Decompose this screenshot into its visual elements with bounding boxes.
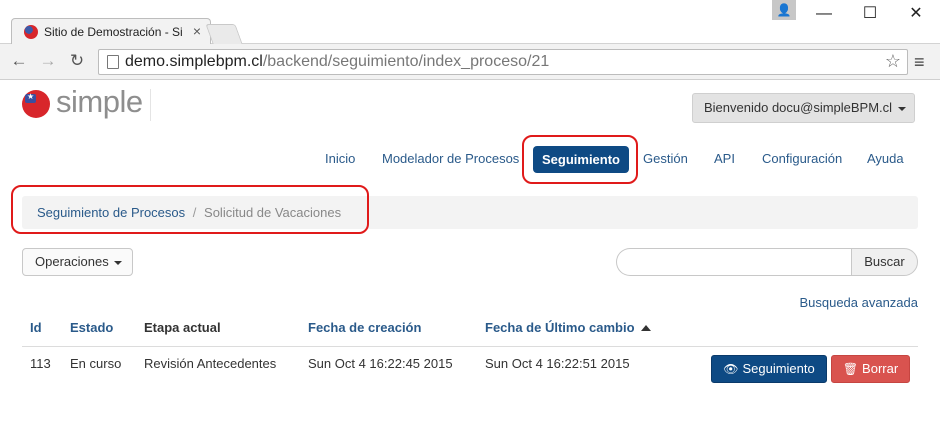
search-input[interactable] xyxy=(616,248,852,276)
nav-item-modelador[interactable]: Modelador de Procesos xyxy=(382,151,519,166)
sort-ascending-icon xyxy=(640,325,651,331)
delete-button-label: Borrar xyxy=(862,361,899,376)
table-header-divider xyxy=(22,346,918,347)
browser-titlebar: Sitio de Demostración - Si × 👤 — ☐ ✕ xyxy=(0,0,940,44)
nav-item-api[interactable]: API xyxy=(714,151,735,166)
back-arrow-icon[interactable]: ← xyxy=(8,50,30,72)
profile-icon[interactable]: 👤 xyxy=(772,0,796,20)
column-header-cambio[interactable]: Fecha de Último cambio xyxy=(485,320,651,335)
tab-title: Sitio de Demostración - Si xyxy=(44,25,183,39)
nav-item-configuracion[interactable]: Configuración xyxy=(762,151,842,166)
close-window-icon[interactable]: ✕ xyxy=(896,2,936,26)
address-bar[interactable]: demo.simplebpm.cl/backend/seguimiento/in… xyxy=(98,49,908,75)
minimize-icon[interactable]: — xyxy=(804,2,844,26)
nav-item-inicio[interactable]: Inicio xyxy=(325,151,355,166)
browser-toolbar: ← → ↻ demo.simplebpm.cl/backend/seguimie… xyxy=(0,44,940,80)
cell-cambio: Sun Oct 4 16:22:51 2015 xyxy=(485,356,630,371)
header-divider xyxy=(150,89,151,121)
reload-icon[interactable]: ↻ xyxy=(66,50,88,72)
maximize-icon[interactable]: ☐ xyxy=(850,2,890,26)
cell-estado: En curso xyxy=(70,356,122,371)
highlight-ring-breadcrumb xyxy=(11,185,369,234)
highlight-ring-nav xyxy=(522,135,638,184)
simple-logo-icon xyxy=(22,90,50,118)
cell-etapa: Revisión Antecedentes xyxy=(144,356,277,371)
cell-id: 113 xyxy=(30,356,51,371)
logo-text: simple xyxy=(56,84,143,119)
column-header-id[interactable]: Id xyxy=(30,320,42,335)
eye-icon: 👁 xyxy=(723,362,739,376)
new-tab-button[interactable] xyxy=(205,24,243,44)
url-text: demo.simplebpm.cl/backend/seguimiento/in… xyxy=(125,53,549,71)
browser-tab[interactable]: Sitio de Demostración - Si × xyxy=(11,18,211,44)
follow-button-label: Seguimiento xyxy=(742,361,815,376)
operations-label: Operaciones xyxy=(35,254,109,269)
column-header-creacion[interactable]: Fecha de creación xyxy=(308,320,421,335)
column-header-etapa: Etapa actual xyxy=(144,320,221,335)
url-host: demo.simplebpm.cl xyxy=(125,53,263,70)
nav-item-gestion[interactable]: Gestión xyxy=(643,151,688,166)
simple-favicon-icon xyxy=(24,25,38,39)
caret-down-icon xyxy=(897,106,906,111)
column-header-cambio-label: Fecha de Último cambio xyxy=(485,320,635,335)
column-header-estado[interactable]: Estado xyxy=(70,320,113,335)
user-menu-button[interactable]: Bienvenido docu@simpleBPM.cl xyxy=(692,93,915,123)
cell-creacion: Sun Oct 4 16:22:45 2015 xyxy=(308,356,453,371)
url-path: /backend/seguimiento/index_proceso/21 xyxy=(262,53,550,70)
advanced-search-link[interactable]: Busqueda avanzada xyxy=(799,295,918,310)
delete-button[interactable]: 🗑 Borrar xyxy=(831,355,910,383)
forward-arrow-icon[interactable]: → xyxy=(37,50,59,72)
follow-button[interactable]: 👁 Seguimiento xyxy=(711,355,827,383)
bookmark-star-icon[interactable]: ☆ xyxy=(885,51,901,72)
user-label: Bienvenido docu@simpleBPM.cl xyxy=(704,100,893,115)
page-icon xyxy=(107,55,119,69)
browser-menu-icon[interactable]: ≡ xyxy=(914,52,925,73)
tab-close-icon[interactable]: × xyxy=(193,23,201,39)
nav-item-ayuda[interactable]: Ayuda xyxy=(867,151,904,166)
search-button[interactable]: Buscar xyxy=(851,248,918,276)
operations-dropdown[interactable]: Operaciones xyxy=(22,248,133,276)
caret-down-icon xyxy=(114,260,123,265)
trash-icon: 🗑 xyxy=(842,362,859,376)
